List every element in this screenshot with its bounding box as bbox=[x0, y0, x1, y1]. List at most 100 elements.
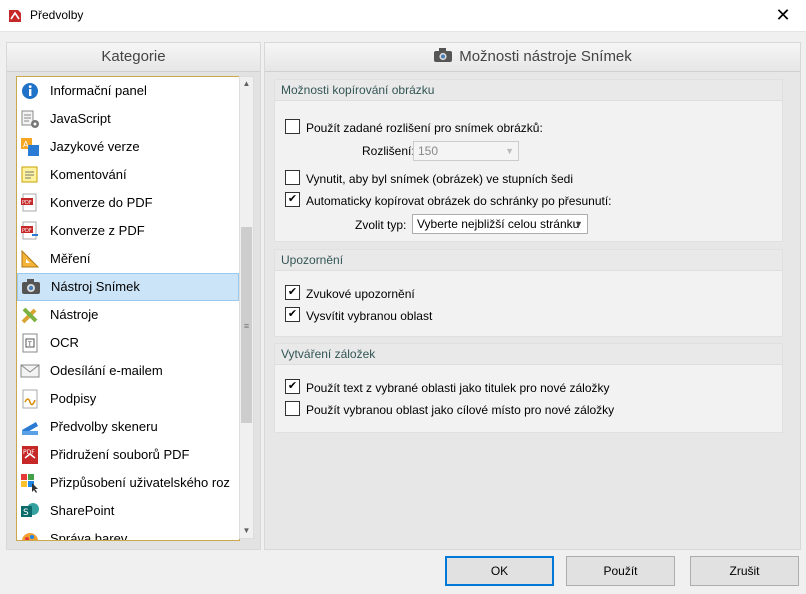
category-item[interactable]: Správa barev bbox=[17, 525, 239, 541]
sound-checkbox[interactable]: ✔ Zvukové upozornění bbox=[285, 284, 415, 302]
options-panel: Možnosti nástroje Snímek Možnosti kopíro… bbox=[264, 42, 801, 550]
comment-icon bbox=[20, 165, 40, 185]
checkbox-box bbox=[285, 119, 300, 135]
camera-icon bbox=[21, 277, 41, 297]
category-item-label: Nástroje bbox=[50, 307, 99, 322]
apply-button[interactable]: Použít bbox=[566, 556, 675, 586]
envelope-icon bbox=[20, 361, 40, 381]
copy-options-title: Možnosti kopírování obrázku bbox=[275, 80, 782, 101]
category-item[interactable]: Přizpůsobení uživatelského roz bbox=[17, 469, 239, 497]
svg-text:T: T bbox=[27, 341, 32, 348]
category-item[interactable]: Měření bbox=[17, 245, 239, 273]
ocr-icon: T bbox=[20, 333, 40, 353]
checkbox-box: ✔ bbox=[285, 307, 300, 323]
checkbox-box: ✔ bbox=[285, 379, 300, 395]
category-item[interactable]: JavaScript bbox=[17, 105, 239, 133]
auto-copy-checkbox[interactable]: ✔ Automaticky kopírovat obrázek do schrán… bbox=[285, 191, 612, 209]
category-item[interactable]: Nástroje bbox=[17, 301, 239, 329]
svg-text:A: A bbox=[23, 140, 29, 149]
category-item-label: Podpisy bbox=[50, 391, 97, 406]
text-title-checkbox[interactable]: ✔ Použít text z vybrané oblasti jako titu… bbox=[285, 378, 610, 396]
pdf-file-icon: PDF bbox=[20, 445, 40, 465]
bookmarks-group: Vytváření záložek ✔ Použít text z vybrané… bbox=[274, 343, 783, 433]
title-bar: Předvolby ✕ bbox=[0, 0, 806, 32]
script-gear-icon bbox=[20, 109, 40, 129]
copy-type-select[interactable]: Vyberte nejbližší celou stránku ▼ bbox=[412, 214, 588, 234]
category-item-label: Přizpůsobení uživatelského roz bbox=[50, 475, 230, 490]
camera-icon bbox=[434, 48, 453, 62]
chevron-down-icon: ▼ bbox=[505, 146, 514, 156]
ruler-triangle-icon bbox=[20, 249, 40, 269]
category-item-label: Konverze do PDF bbox=[50, 195, 153, 210]
options-heading-text: Možnosti nástroje Snímek bbox=[459, 48, 632, 65]
checkbox-box bbox=[285, 170, 300, 186]
pdf-export-icon: PDF bbox=[20, 221, 40, 241]
use-resolution-checkbox[interactable]: Použít zadané rozlišení pro snímek obráz… bbox=[285, 118, 543, 136]
category-item[interactable]: PDF Přidružení souborů PDF bbox=[17, 441, 239, 469]
sharepoint-icon: S bbox=[20, 501, 40, 521]
highlight-checkbox[interactable]: ✔ Vysvítit vybranou oblast bbox=[285, 306, 432, 324]
checkbox-box bbox=[285, 401, 300, 417]
chevron-down-icon: ▼ bbox=[574, 219, 583, 229]
category-panel: Kategorie Informační panel JavaScript A Jaz… bbox=[6, 42, 261, 550]
category-item-label: Předvolby skeneru bbox=[50, 419, 158, 434]
category-item[interactable]: Odesílání e-mailem bbox=[17, 357, 239, 385]
category-item[interactable]: PDF Konverze do PDF bbox=[17, 189, 239, 217]
bookmarks-title: Vytváření záložek bbox=[275, 344, 782, 365]
svg-text:S: S bbox=[23, 508, 29, 518]
ok-button[interactable]: OK bbox=[445, 556, 554, 586]
category-item[interactable]: Podpisy bbox=[17, 385, 239, 413]
category-scrollbar[interactable]: ▲ ≡ ▼ bbox=[239, 76, 254, 539]
notify-title: Upozornění bbox=[275, 250, 782, 271]
svg-text:PDF: PDF bbox=[22, 200, 32, 206]
category-item-label: Měření bbox=[50, 251, 91, 266]
app-logo-icon bbox=[9, 10, 21, 22]
category-item[interactable]: PDF Konverze z PDF bbox=[17, 217, 239, 245]
scroll-down-button[interactable]: ▼ bbox=[240, 524, 253, 538]
svg-text:PDF: PDF bbox=[22, 228, 32, 234]
category-item-label: Komentování bbox=[50, 167, 127, 182]
checkbox-box: ✔ bbox=[285, 285, 300, 301]
category-item[interactable]: Předvolby skeneru bbox=[17, 413, 239, 441]
color-icon bbox=[20, 529, 40, 540]
category-item-label: Odesílání e-mailem bbox=[50, 363, 163, 378]
category-item[interactable]: S SharePoint bbox=[17, 497, 239, 525]
info-icon bbox=[20, 81, 40, 101]
cancel-button[interactable]: Zrušit bbox=[690, 556, 799, 586]
grayscale-checkbox[interactable]: Vynutit, aby byl snímek (obrázek) ve stu… bbox=[285, 169, 573, 187]
scroll-up-button[interactable]: ▲ bbox=[240, 77, 253, 91]
scroll-thumb[interactable]: ≡ bbox=[241, 227, 252, 423]
category-item-label: SharePoint bbox=[50, 503, 115, 518]
type-label: Zvolit typ: bbox=[355, 218, 407, 232]
category-item[interactable]: Nástroj Snímek bbox=[17, 273, 239, 301]
resolution-select[interactable]: 150 ▼ bbox=[413, 141, 519, 161]
category-item-label: Nástroj Snímek bbox=[51, 279, 140, 294]
grip-icon: ≡ bbox=[243, 321, 250, 331]
category-heading: Kategorie bbox=[7, 43, 260, 72]
category-item-label: Správa barev bbox=[50, 531, 128, 541]
category-item[interactable]: Komentování bbox=[17, 161, 239, 189]
category-item-label: Konverze z PDF bbox=[50, 223, 145, 238]
language-icon: A bbox=[20, 137, 40, 157]
close-button[interactable]: ✕ bbox=[760, 0, 806, 31]
category-item[interactable]: Informační panel bbox=[17, 77, 239, 105]
target-checkbox[interactable]: Použít vybranou oblast jako cílové místo… bbox=[285, 400, 614, 418]
customize-icon bbox=[20, 473, 40, 493]
category-item[interactable]: T OCR bbox=[17, 329, 239, 357]
copy-options-group: Možnosti kopírování obrázku Použít zadan… bbox=[274, 79, 783, 242]
notify-group: Upozornění ✔ Zvukové upozornění ✔ Vysvítit… bbox=[274, 249, 783, 337]
signature-icon bbox=[20, 389, 40, 409]
dialog-body: Kategorie Informační panel JavaScript A Jaz… bbox=[0, 32, 806, 594]
pdf-convert-icon: PDF bbox=[20, 193, 40, 213]
category-item-label: Jazykové verze bbox=[50, 139, 140, 154]
category-item-label: JavaScript bbox=[50, 111, 111, 126]
resolution-label: Rozlišení: bbox=[362, 144, 415, 158]
tools-icon bbox=[20, 305, 40, 325]
category-item-label: OCR bbox=[50, 335, 79, 350]
category-item[interactable]: A Jazykové verze bbox=[17, 133, 239, 161]
scanner-icon bbox=[20, 417, 40, 437]
category-item-label: Přidružení souborů PDF bbox=[50, 447, 190, 462]
category-list[interactable]: Informační panel JavaScript A Jazykové verz… bbox=[16, 76, 240, 541]
category-item-label: Informační panel bbox=[50, 83, 147, 98]
checkbox-box: ✔ bbox=[285, 192, 300, 208]
